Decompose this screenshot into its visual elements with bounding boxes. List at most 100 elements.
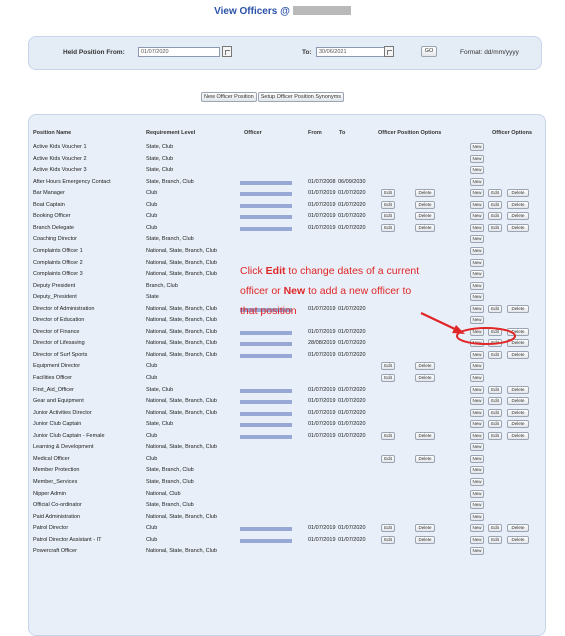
officer-new-button[interactable]: New [470,420,484,429]
officer-new-button[interactable]: New [470,189,484,198]
officer-name-link[interactable] [240,411,292,416]
officer-edit-button[interactable]: Edit [488,212,502,221]
officer-edit-button[interactable]: Edit [488,189,502,198]
officer-delete-button[interactable]: Delete [507,223,529,232]
officer-name-link[interactable] [240,434,292,439]
officer-edit-button[interactable]: Edit [488,524,502,533]
position-delete-button[interactable]: Delete [415,524,435,533]
officer-new-button[interactable]: New [470,362,484,371]
officer-edit-button[interactable]: Edit [488,431,502,440]
officer-new-button[interactable]: New [470,246,484,255]
officer-new-button[interactable]: New [470,408,484,417]
officer-new-button[interactable]: New [470,154,484,163]
officer-name-link[interactable] [240,400,292,405]
officer-name-link[interactable] [240,226,292,231]
officer-new-button[interactable]: New [470,512,484,521]
officer-new-button[interactable]: New [470,350,484,359]
officer-edit-button[interactable]: Edit [488,385,502,394]
officer-new-button[interactable]: New [470,212,484,221]
officer-edit-button[interactable]: Edit [488,350,502,359]
position-delete-button[interactable]: Delete [415,223,435,232]
to-calendar-icon[interactable] [384,46,394,57]
officer-name-link[interactable] [240,215,292,220]
position-edit-button[interactable]: Edit [381,362,395,371]
officer-new-button[interactable]: New [470,385,484,394]
officer-edit-button[interactable]: Edit [488,339,502,348]
position-edit-button[interactable]: Edit [381,223,395,232]
officer-edit-button[interactable]: Edit [488,327,502,336]
position-delete-button[interactable]: Delete [415,374,435,382]
officer-new-button[interactable]: New [470,235,484,244]
officer-edit-button[interactable]: Edit [488,408,502,417]
position-delete-button[interactable]: Delete [415,535,435,544]
officer-new-button[interactable]: New [470,431,484,440]
officer-name-link[interactable] [240,192,292,197]
position-edit-button[interactable]: Edit [381,189,395,198]
officer-name-link[interactable] [240,388,292,393]
officer-new-button[interactable]: New [470,200,484,209]
new-officer-position-button[interactable]: New Officer Position [201,92,257,102]
officer-new-button[interactable]: New [470,374,484,382]
officer-edit-button[interactable]: Edit [488,535,502,544]
officer-edit-button[interactable]: Edit [488,420,502,429]
officer-new-button[interactable]: New [470,327,484,336]
officer-new-button[interactable]: New [470,397,484,406]
position-edit-button[interactable]: Edit [381,200,395,209]
officer-name-link[interactable] [240,353,292,358]
position-delete-button[interactable]: Delete [415,362,435,371]
officer-name-link[interactable] [240,330,292,335]
officer-new-button[interactable]: New [470,501,484,510]
setup-synonyms-button[interactable]: Setup Officer Position Synonyms [257,92,345,102]
officer-delete-button[interactable]: Delete [507,535,529,544]
position-edit-button[interactable]: Edit [381,535,395,544]
officer-delete-button[interactable]: Delete [507,212,529,221]
position-edit-button[interactable]: Edit [381,374,395,382]
officer-delete-button[interactable]: Delete [507,339,529,348]
position-delete-button[interactable]: Delete [415,431,435,440]
to-input[interactable] [316,47,386,57]
officer-delete-button[interactable]: Delete [507,200,529,209]
position-edit-button[interactable]: Edit [381,454,395,463]
position-delete-button[interactable]: Delete [415,200,435,209]
go-button[interactable]: GO [421,46,437,57]
position-delete-button[interactable]: Delete [415,212,435,221]
officer-new-button[interactable]: New [470,143,484,151]
officer-name-link[interactable] [240,342,292,347]
officer-new-button[interactable]: New [470,443,484,452]
position-delete-button[interactable]: Delete [415,454,435,463]
position-edit-button[interactable]: Edit [381,431,395,440]
officer-delete-button[interactable]: Delete [507,420,529,429]
officer-delete-button[interactable]: Delete [507,524,529,533]
officer-name-link[interactable] [240,203,292,208]
position-delete-button[interactable]: Delete [415,189,435,198]
held-from-calendar-icon[interactable] [222,46,232,57]
officer-edit-button[interactable]: Edit [488,200,502,209]
officer-delete-button[interactable]: Delete [507,350,529,359]
officer-delete-button[interactable]: Delete [507,189,529,198]
officer-delete-button[interactable]: Delete [507,431,529,440]
officer-delete-button[interactable]: Delete [507,304,529,313]
officer-edit-button[interactable]: Edit [488,304,502,313]
officer-new-button[interactable]: New [470,547,484,556]
officer-new-button[interactable]: New [470,466,484,475]
officer-edit-button[interactable]: Edit [488,223,502,232]
position-edit-button[interactable]: Edit [381,212,395,221]
officer-new-button[interactable]: New [470,223,484,232]
officer-new-button[interactable]: New [470,454,484,463]
officer-name-link[interactable] [240,180,292,185]
position-edit-button[interactable]: Edit [381,524,395,533]
officer-delete-button[interactable]: Delete [507,408,529,417]
officer-name-link[interactable] [240,423,292,428]
officer-name-link[interactable] [240,538,292,543]
officer-edit-button[interactable]: Edit [488,397,502,406]
officer-new-button[interactable]: New [470,177,484,186]
officer-delete-button[interactable]: Delete [507,385,529,394]
officer-new-button[interactable]: New [470,524,484,533]
officer-new-button[interactable]: New [470,477,484,486]
officer-name-link[interactable] [240,527,292,532]
officer-new-button[interactable]: New [470,489,484,498]
officer-new-button[interactable]: New [470,535,484,544]
officer-delete-button[interactable]: Delete [507,397,529,406]
officer-delete-button[interactable]: Delete [507,327,529,336]
officer-new-button[interactable]: New [470,339,484,348]
